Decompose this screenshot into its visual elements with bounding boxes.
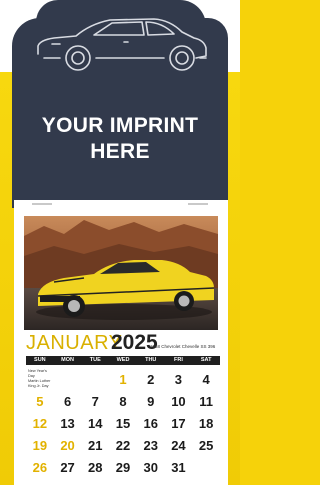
date-cell: 2	[147, 372, 155, 387]
date-cell: 18	[198, 416, 214, 431]
date-cell: 1	[119, 372, 127, 387]
date-cell: 4	[202, 372, 210, 387]
date-cell: 7	[91, 394, 99, 409]
date-cell: 5	[36, 394, 44, 409]
imprint-line-2: HERE	[90, 140, 150, 163]
dow-mon: MON	[61, 357, 74, 363]
dow-wed: WED	[116, 357, 130, 363]
car-photo	[24, 216, 218, 330]
date-cell: 8	[119, 394, 127, 409]
dow-thu: THU	[145, 357, 157, 363]
date-cell: 10	[171, 394, 186, 409]
holiday-note-line-1: New Year's Day	[28, 369, 47, 378]
date-cell: 12	[32, 416, 48, 431]
days-of-week-bar: SUN MON TUE WED THU FRI SAT	[26, 356, 220, 365]
month-header: JANUARY 2025 1968 Chevrolet Chevelle SS …	[26, 331, 220, 354]
date-cell: 6	[63, 394, 72, 409]
date-cell	[192, 454, 220, 476]
date-cell: 27	[60, 460, 75, 475]
date-cell: 30	[143, 460, 158, 475]
date-cell: 14	[88, 416, 103, 431]
dow-sun: SUN	[34, 357, 46, 363]
date-cell: 16	[143, 416, 158, 431]
pad-tick-right	[188, 203, 208, 205]
date-cell: 26	[32, 460, 48, 475]
date-cell: 22	[115, 438, 131, 453]
date-cell: 21	[88, 438, 103, 453]
date-grid: New Year's Day Martin Luther King Jr. Da…	[26, 366, 220, 476]
date-cell: 15	[115, 416, 131, 431]
pad-tick-left	[32, 203, 52, 205]
holiday-note: New Year's Day Martin Luther King Jr. Da…	[28, 369, 54, 389]
date-cell: 11	[199, 394, 213, 409]
date-cell: 9	[147, 394, 155, 409]
imprint-text: YOUR IMPRINT HERE	[12, 113, 228, 165]
dow-fri: FRI	[174, 357, 183, 363]
year: 2025	[111, 331, 158, 354]
dow-tue: TUE	[89, 357, 101, 363]
month-name: JANUARY	[26, 332, 123, 354]
date-cell: 23	[143, 438, 158, 453]
date-cell: New Year's Day Martin Luther King Jr. Da…	[26, 366, 54, 388]
date-cell	[81, 366, 109, 388]
imprint-line-1: YOUR IMPRINT	[41, 114, 199, 137]
date-cell: 31	[171, 460, 186, 475]
date-cell: 17	[171, 416, 186, 431]
date-cell: 28	[88, 460, 103, 475]
date-cell: 25	[198, 438, 214, 453]
date-cell: 24	[171, 438, 186, 453]
date-cell: 19	[32, 438, 48, 453]
date-cell: 20	[60, 438, 75, 453]
date-cell: 29	[115, 460, 131, 475]
date-cell: 3	[174, 372, 183, 387]
car-outline-icon	[37, 18, 207, 71]
photo-caption: 1968 Chevrolet Chevelle SS 396	[150, 344, 216, 349]
dow-sat: SAT	[200, 357, 212, 363]
date-cell	[54, 366, 82, 388]
date-cell: 13	[60, 416, 75, 431]
